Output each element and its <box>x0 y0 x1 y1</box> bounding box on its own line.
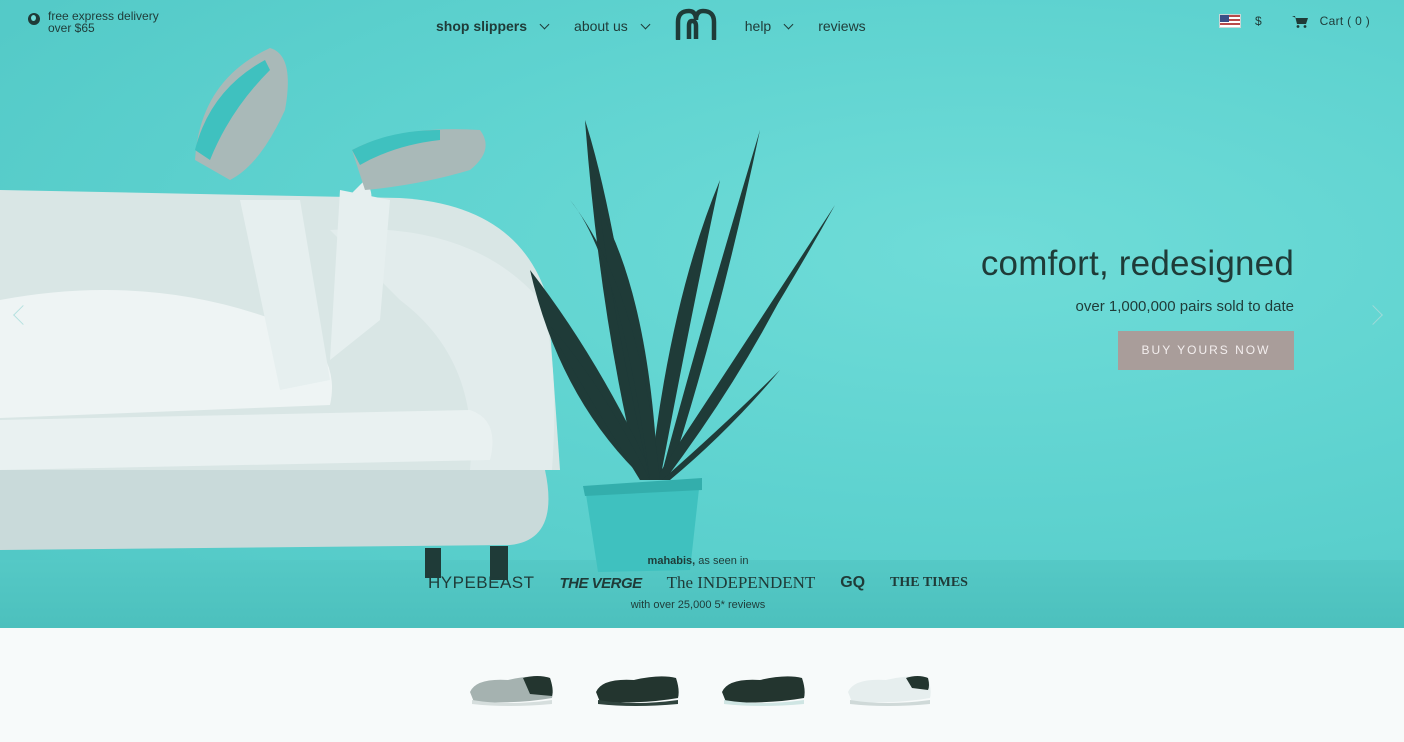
hero-subtitle: over 1,000,000 pairs sold to date <box>1075 298 1294 315</box>
cart-link[interactable]: Cart ( 0 ) <box>1320 14 1370 28</box>
nav-reviews-label: reviews <box>818 18 866 34</box>
nav-reviews[interactable]: reviews <box>818 18 865 34</box>
press-logo-times: THE TIMES <box>890 575 968 590</box>
sofa-base <box>0 470 549 550</box>
nav-about-label: about us <box>574 18 628 34</box>
site-header: free express delivery over $65 shop slip… <box>0 0 1404 46</box>
chevron-down-icon <box>783 19 794 29</box>
buy-now-button[interactable]: BUY YOURS NOW <box>1118 331 1294 370</box>
us-flag-icon[interactable] <box>1218 14 1241 28</box>
nav-help-label: help <box>744 18 772 34</box>
product-thumb-black[interactable] <box>594 668 680 708</box>
product-thumb-dark[interactable] <box>720 668 806 708</box>
currency-selector[interactable]: $ <box>1255 14 1262 28</box>
hero-banner: free express delivery over $65 shop slip… <box>0 0 1404 628</box>
nav-help[interactable]: help <box>744 18 794 34</box>
mahabis-logo-icon[interactable] <box>675 8 717 40</box>
product-thumb-grey[interactable] <box>468 668 554 708</box>
hero-title: comfort, redesigned <box>980 244 1294 283</box>
as-seen-in-line: mahabis, as seen in <box>428 555 968 567</box>
nav-about-us[interactable]: about us <box>574 18 651 34</box>
delivery-text: free express delivery over $65 <box>48 9 159 35</box>
reviews-count-text: with over 25,000 5* reviews <box>630 599 766 611</box>
delivery-notice: free express delivery over $65 <box>28 10 178 34</box>
product-thumbnails <box>468 668 932 708</box>
press-bar: mahabis, as seen in HYPEBEAST THE VERGE … <box>428 555 968 611</box>
cart-icon[interactable] <box>1291 15 1308 28</box>
chevron-down-icon <box>539 19 550 29</box>
press-logos: HYPEBEAST THE VERGE The INDEPENDENT GQ T… <box>428 573 968 593</box>
sofa-seat <box>0 410 493 470</box>
product-thumb-white[interactable] <box>846 668 932 708</box>
nav-shop-label: shop slippers <box>436 18 528 34</box>
press-logo-gq: GQ <box>840 574 866 591</box>
brand-name: mahabis, <box>647 555 696 567</box>
main-nav: shop slippers about us help reviews <box>436 8 866 40</box>
hero-copy: comfort, redesigned over 1,000,000 pairs… <box>981 244 1294 370</box>
slipper-left <box>195 48 288 180</box>
header-tools: $ Cart ( 0 ) <box>1218 14 1370 28</box>
as-seen-in-text: as seen in <box>698 555 749 567</box>
nav-shop-slippers[interactable]: shop slippers <box>436 18 550 34</box>
press-logo-verge: THE VERGE <box>559 574 642 592</box>
globe-icon <box>28 13 40 25</box>
chevron-down-icon <box>640 19 651 29</box>
press-logo-independent: The INDEPENDENT <box>666 573 816 592</box>
press-logo-hypebeast: HYPEBEAST <box>428 573 535 592</box>
plant-leaves <box>530 120 835 480</box>
